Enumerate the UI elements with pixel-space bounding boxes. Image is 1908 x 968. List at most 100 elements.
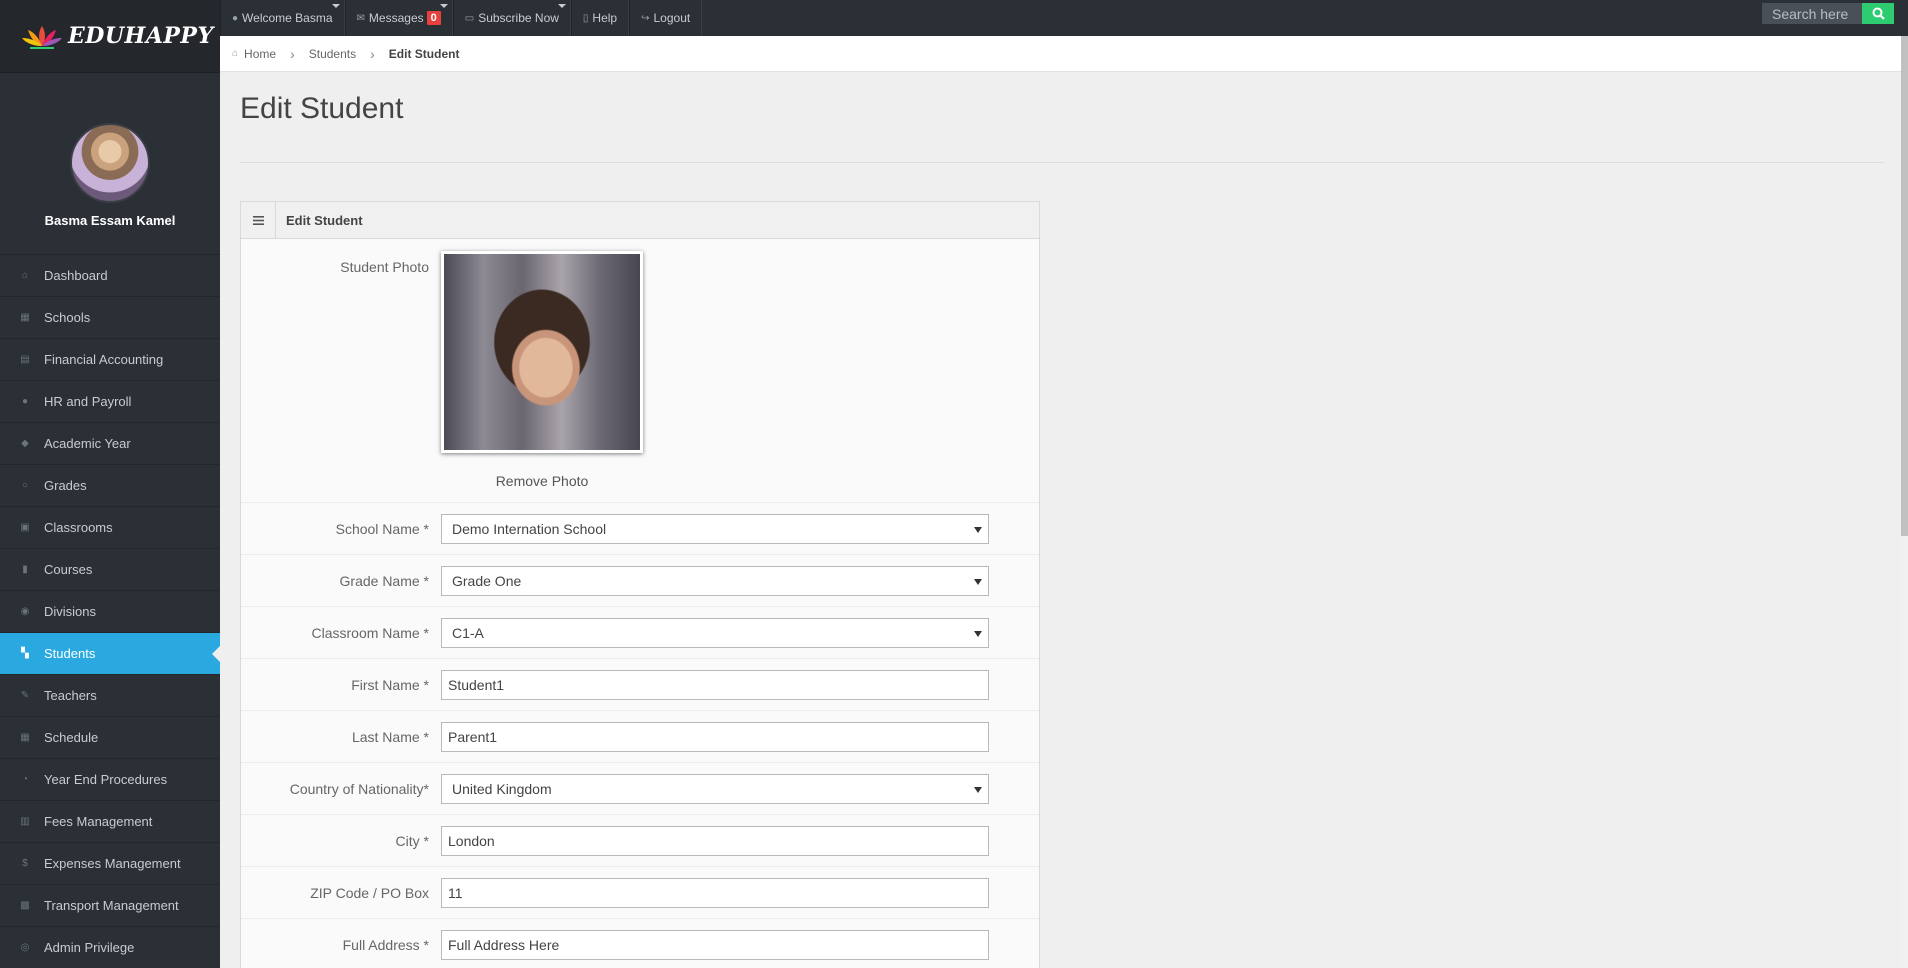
dropdown-arrow-icon	[974, 631, 982, 637]
sidebar-item-year-end-procedures[interactable]: ◔ Year End Procedures	[0, 759, 220, 801]
dropdown-arrow-icon	[974, 579, 982, 585]
search-input[interactable]	[1762, 3, 1862, 24]
school-row: School Name * Demo Internation School	[241, 503, 1039, 555]
chevron-right-icon: ›	[290, 45, 295, 62]
address-input[interactable]	[441, 930, 989, 960]
remove-photo-link[interactable]: Remove Photo	[441, 473, 643, 489]
home-icon: ⌂	[232, 48, 239, 59]
zip-label: ZIP Code / PO Box	[310, 885, 429, 901]
breadcrumb-home[interactable]: Home	[244, 47, 276, 61]
sidebar-item-courses[interactable]: ▮ Courses	[0, 549, 220, 591]
sidebar-item-label: Schools	[44, 310, 91, 325]
teacher-icon: ✎	[20, 690, 30, 701]
sidebar-item-label: Transport Management	[44, 898, 179, 913]
country-row: Country of Nationality* United Kingdom	[241, 763, 1039, 815]
book-icon: ▯	[582, 12, 589, 24]
panel-header: Edit Student	[241, 202, 1039, 239]
sidebar-nav: ⌂ Dashboard ▦ Schools ▤ Financial Accounting ●…	[0, 255, 220, 968]
book-icon: ▮	[22, 564, 28, 575]
sidebar-item-dashboard[interactable]: ⌂ Dashboard	[0, 255, 220, 297]
page-scrollbar[interactable]	[1901, 36, 1908, 968]
sidebar-item-label: Admin Privilege	[44, 940, 135, 955]
student-photo-row: Student Photo Remove Photo	[241, 239, 1039, 503]
breadcrumb-students[interactable]: Students	[309, 47, 356, 61]
sidebar-item-label: Students	[44, 646, 96, 661]
messages-count-badge: 0	[426, 11, 441, 25]
zip-input[interactable]	[441, 878, 989, 908]
student-photo[interactable]	[441, 251, 643, 453]
students-icon: ▚	[21, 648, 29, 659]
classroom-value: C1-A	[452, 625, 484, 641]
logo-text: EDUHAPPY	[68, 23, 214, 49]
sidebar-item-label: Divisions	[44, 604, 97, 619]
sidebar-item-expenses-management[interactable]: $ Expenses Management	[0, 843, 220, 885]
edit-student-panel: Edit Student Student Photo Remove Photo …	[240, 201, 1040, 968]
building-icon: ▦	[20, 312, 30, 323]
help-link[interactable]: ▯ Help	[570, 0, 630, 36]
profile-name: Basma Essam Kamel	[44, 213, 176, 228]
classroom-row: Classroom Name * C1-A	[241, 607, 1039, 659]
school-label: School Name *	[335, 521, 429, 537]
messages-menu[interactable]: ✉ Messages 0	[344, 0, 453, 36]
sidebar-item-grades[interactable]: ○ Grades	[0, 465, 220, 507]
city-input[interactable]	[441, 826, 989, 856]
sidebar-item-transport-management[interactable]: ▩ Transport Management	[0, 885, 220, 927]
first-name-row: First Name *	[241, 659, 1039, 711]
welcome-menu[interactable]: ● Welcome Basma	[220, 0, 345, 36]
dollar-icon: $	[22, 858, 28, 869]
dropdown-arrow-icon	[974, 787, 982, 793]
sidebar-item-label: HR and Payroll	[44, 394, 132, 409]
card-icon: ▭	[464, 12, 475, 24]
avatar[interactable]	[70, 123, 150, 203]
sidebar-item-financial-accounting[interactable]: ▤ Financial Accounting	[0, 339, 220, 381]
sidebar-item-schools[interactable]: ▦ Schools	[0, 297, 220, 339]
sidebar-item-label: Grades	[44, 478, 87, 493]
sidebar-item-academic-year[interactable]: ◆ Academic Year	[0, 423, 220, 465]
globe-icon: ◉	[20, 606, 30, 617]
first-name-label: First Name *	[351, 677, 429, 693]
school-select[interactable]: Demo Internation School	[441, 514, 989, 544]
sidebar-item-students[interactable]: ▚ Students	[0, 633, 220, 675]
city-label: City *	[395, 833, 429, 849]
panel-menu-button[interactable]	[241, 202, 276, 238]
country-select[interactable]: United Kingdom	[441, 774, 989, 804]
breadcrumb-current: Edit Student	[388, 46, 460, 61]
classroom-select[interactable]: C1-A	[441, 618, 989, 648]
fees-icon: ▥	[20, 816, 30, 827]
bus-icon: ▩	[20, 900, 30, 911]
sidebar-item-divisions[interactable]: ◉ Divisions	[0, 591, 220, 633]
logo[interactable]: EDUHAPPY	[0, 0, 220, 73]
share-icon: ↪	[641, 12, 650, 24]
welcome-label: Welcome Basma	[242, 11, 333, 25]
country-label: Country of Nationality*	[289, 781, 429, 797]
search-box	[1762, 3, 1894, 24]
sidebar-item-teachers[interactable]: ✎ Teachers	[0, 675, 220, 717]
grade-select[interactable]: Grade One	[441, 566, 989, 596]
graduation-cap-icon: ◆	[21, 438, 29, 449]
sidebar-item-label: Courses	[44, 562, 93, 577]
calendar-icon: ▦	[20, 732, 30, 743]
sidebar-item-label: Expenses Management	[44, 856, 181, 871]
envelope-icon: ✉	[356, 12, 365, 24]
sidebar-item-hr-and-payroll[interactable]: ● HR and Payroll	[0, 381, 220, 423]
city-row: City *	[241, 815, 1039, 867]
user-icon: ●	[21, 396, 29, 407]
logout-link[interactable]: ↪ Logout	[629, 0, 703, 36]
classroom-label: Classroom Name *	[311, 625, 429, 641]
sidebar-item-fees-management[interactable]: ▥ Fees Management	[0, 801, 220, 843]
last-name-input[interactable]	[441, 722, 989, 752]
subscribe-menu[interactable]: ▭ Subscribe Now	[452, 0, 571, 36]
panel-title: Edit Student	[286, 212, 363, 228]
scrollbar-thumb[interactable]	[1901, 36, 1908, 536]
first-name-input[interactable]	[441, 670, 989, 700]
top-navbar: ● Welcome Basma ✉ Messages 0 ▭ Subscribe…	[220, 0, 1908, 36]
sidebar-item-schedule[interactable]: ▦ Schedule	[0, 717, 220, 759]
logout-label: Logout	[653, 11, 691, 25]
search-button[interactable]	[1862, 3, 1894, 24]
sidebar-item-admin-privilege[interactable]: ◎ Admin Privilege	[0, 927, 220, 968]
country-value: United Kingdom	[452, 781, 552, 797]
zip-row: ZIP Code / PO Box	[241, 867, 1039, 919]
lightbulb-icon: ○	[21, 480, 29, 491]
sidebar-item-classrooms[interactable]: ▣ Classrooms	[0, 507, 220, 549]
messages-label: Messages	[368, 11, 424, 25]
